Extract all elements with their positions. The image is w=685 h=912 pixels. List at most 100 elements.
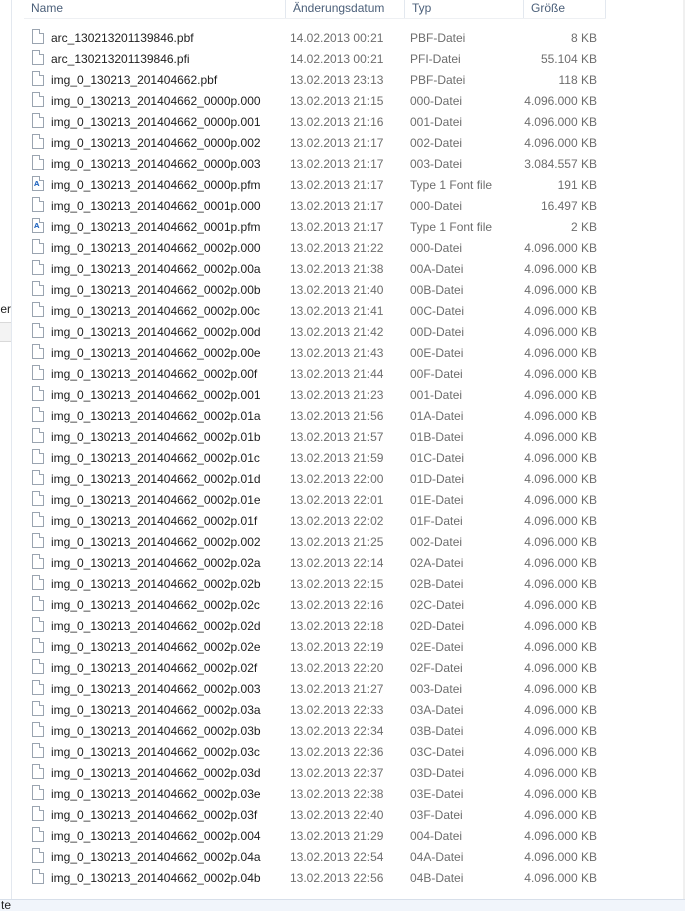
file-row[interactable]: img_0_130213_201404662_0000p.pfm 13.02.20… xyxy=(30,174,605,195)
column-header-name[interactable]: Name xyxy=(24,0,286,18)
file-size: 4.096.000 KB xyxy=(524,492,597,507)
file-size: 4.096.000 KB xyxy=(524,618,597,633)
column-header-type[interactable]: Typ xyxy=(405,0,524,18)
file-row[interactable]: img_0_130213_201404662_0002p.03b 13.02.20… xyxy=(30,720,605,741)
file-row[interactable]: img_0_130213_201404662_0002p.04a 13.02.20… xyxy=(30,846,605,867)
file-row[interactable]: img_0_130213_201404662_0002p.000 13.02.20… xyxy=(30,237,605,258)
file-type: 03C-Datei xyxy=(410,744,465,759)
file-row[interactable]: img_0_130213_201404662.pbf 13.02.2013 23:… xyxy=(30,69,605,90)
file-modified: 13.02.2013 21:42 xyxy=(290,324,384,339)
document-icon xyxy=(32,848,44,863)
document-icon xyxy=(32,449,44,464)
file-name: img_0_130213_201404662_0002p.00d xyxy=(51,324,261,339)
file-row[interactable]: img_0_130213_201404662_0002p.02b 13.02.20… xyxy=(30,573,605,594)
file-row[interactable]: img_0_130213_201404662_0002p.00a 13.02.20… xyxy=(30,258,605,279)
file-row[interactable]: img_0_130213_201404662_0002p.00b 13.02.20… xyxy=(30,279,605,300)
file-modified: 13.02.2013 21:16 xyxy=(290,114,384,129)
file-modified: 13.02.2013 21:22 xyxy=(290,240,384,255)
file-size: 4.096.000 KB xyxy=(524,324,597,339)
column-header-size[interactable]: Größe xyxy=(524,0,606,18)
file-type: 003-Datei xyxy=(410,681,463,696)
file-name: img_0_130213_201404662_0002p.04b xyxy=(51,870,261,885)
file-row[interactable]: img_0_130213_201404662_0002p.00f 13.02.20… xyxy=(30,363,605,384)
file-row[interactable]: img_0_130213_201404662_0002p.004 13.02.20… xyxy=(30,825,605,846)
column-header-row: Name Änderungsdatum Typ Größe xyxy=(24,0,606,19)
file-type: 01A-Datei xyxy=(410,408,464,423)
file-row[interactable]: img_0_130213_201404662_0002p.00d 13.02.20… xyxy=(30,321,605,342)
file-row[interactable]: img_0_130213_201404662_0002p.02f 13.02.20… xyxy=(30,657,605,678)
file-modified: 13.02.2013 22:54 xyxy=(290,849,384,864)
file-name: img_0_130213_201404662_0002p.004 xyxy=(51,828,261,843)
file-size: 4.096.000 KB xyxy=(524,114,597,129)
file-size: 4.096.000 KB xyxy=(524,702,597,717)
file-name: img_0_130213_201404662_0002p.00c xyxy=(51,303,260,318)
file-row[interactable]: img_0_130213_201404662_0000p.001 13.02.20… xyxy=(30,111,605,132)
file-type: PBF-Datei xyxy=(410,72,466,87)
file-row[interactable]: img_0_130213_201404662_0000p.003 13.02.20… xyxy=(30,153,605,174)
file-row[interactable]: img_0_130213_201404662_0000p.002 13.02.20… xyxy=(30,132,605,153)
document-icon xyxy=(32,491,44,506)
file-row[interactable]: img_0_130213_201404662_0002p.01a 13.02.20… xyxy=(30,405,605,426)
file-type: 00E-Datei xyxy=(410,345,464,360)
file-name: img_0_130213_201404662.pbf xyxy=(51,72,218,87)
file-size: 4.096.000 KB xyxy=(524,408,597,423)
file-row[interactable]: img_0_130213_201404662_0002p.03d 13.02.20… xyxy=(30,762,605,783)
file-row[interactable]: img_0_130213_201404662_0002p.01f 13.02.20… xyxy=(30,510,605,531)
file-modified: 13.02.2013 21:41 xyxy=(290,303,384,318)
file-row[interactable]: img_0_130213_201404662_0002p.001 13.02.20… xyxy=(30,384,605,405)
file-type: 03F-Datei xyxy=(410,807,463,822)
file-modified: 13.02.2013 21:27 xyxy=(290,681,384,696)
file-row[interactable]: img_0_130213_201404662_0002p.02e 13.02.20… xyxy=(30,636,605,657)
file-name: img_0_130213_201404662_0002p.00b xyxy=(51,282,261,297)
file-size: 4.096.000 KB xyxy=(524,765,597,780)
file-row[interactable]: img_0_130213_201404662_0002p.01c 13.02.20… xyxy=(30,447,605,468)
file-size: 118 KB xyxy=(558,72,597,87)
file-row[interactable]: img_0_130213_201404662_0002p.002 13.02.20… xyxy=(30,531,605,552)
file-row[interactable]: img_0_130213_201404662_0002p.00c 13.02.20… xyxy=(30,300,605,321)
file-name: img_0_130213_201404662_0002p.000 xyxy=(51,240,261,255)
file-row[interactable]: img_0_130213_201404662_0001p.000 13.02.20… xyxy=(30,195,605,216)
file-row[interactable]: img_0_130213_201404662_0002p.04b 13.02.20… xyxy=(30,867,605,888)
file-row[interactable]: img_0_130213_201404662_0002p.01e 13.02.20… xyxy=(30,489,605,510)
file-modified: 13.02.2013 21:17 xyxy=(290,177,384,192)
file-name: img_0_130213_201404662_0002p.01b xyxy=(51,429,261,444)
file-modified: 13.02.2013 23:13 xyxy=(290,72,384,87)
navigation-item-label[interactable]: er xyxy=(0,302,11,316)
file-modified: 14.02.2013 00:21 xyxy=(290,51,384,66)
file-row[interactable]: img_0_130213_201404662_0002p.01b 13.02.20… xyxy=(30,426,605,447)
file-type: 04B-Datei xyxy=(410,870,464,885)
file-name: img_0_130213_201404662_0002p.001 xyxy=(51,387,261,402)
document-icon xyxy=(32,785,44,800)
file-modified: 13.02.2013 21:44 xyxy=(290,366,384,381)
file-row[interactable]: img_0_130213_201404662_0002p.01d 13.02.20… xyxy=(30,468,605,489)
file-type: 04A-Datei xyxy=(410,849,464,864)
file-row[interactable]: arc_130213201139846.pfi 14.02.2013 00:21 P… xyxy=(30,48,605,69)
file-type: 000-Datei xyxy=(410,198,463,213)
document-icon xyxy=(32,302,44,317)
document-icon xyxy=(32,365,44,380)
file-name: img_0_130213_201404662_0002p.02b xyxy=(51,576,261,591)
file-row[interactable]: img_0_130213_201404662_0001p.pfm 13.02.20… xyxy=(30,216,605,237)
font-file-icon xyxy=(32,176,44,191)
file-modified: 13.02.2013 22:56 xyxy=(290,870,384,885)
file-row[interactable]: img_0_130213_201404662_0002p.03e 13.02.20… xyxy=(30,783,605,804)
file-row[interactable]: img_0_130213_201404662_0002p.03f 13.02.20… xyxy=(30,804,605,825)
navigation-item-selected[interactable] xyxy=(0,322,11,342)
file-row[interactable]: img_0_130213_201404662_0002p.00e 13.02.20… xyxy=(30,342,605,363)
file-row[interactable]: img_0_130213_201404662_0000p.000 13.02.20… xyxy=(30,90,605,111)
file-row[interactable]: img_0_130213_201404662_0002p.02c 13.02.20… xyxy=(30,594,605,615)
file-row[interactable]: arc_130213201139846.pbf 14.02.2013 00:21 P… xyxy=(30,27,605,48)
file-type: 00D-Datei xyxy=(410,324,465,339)
document-icon xyxy=(32,428,44,443)
column-header-modified[interactable]: Änderungsdatum xyxy=(286,0,405,18)
file-modified: 13.02.2013 21:17 xyxy=(290,198,384,213)
document-icon xyxy=(32,407,44,422)
file-name: img_0_130213_201404662_0002p.00a xyxy=(51,261,261,276)
file-row[interactable]: img_0_130213_201404662_0002p.03a 13.02.20… xyxy=(30,699,605,720)
file-name: arc_130213201139846.pfi xyxy=(51,51,190,66)
file-row[interactable]: img_0_130213_201404662_0002p.003 13.02.20… xyxy=(30,678,605,699)
document-icon xyxy=(32,722,44,737)
file-row[interactable]: img_0_130213_201404662_0002p.03c 13.02.20… xyxy=(30,741,605,762)
file-row[interactable]: img_0_130213_201404662_0002p.02a 13.02.20… xyxy=(30,552,605,573)
file-row[interactable]: img_0_130213_201404662_0002p.02d 13.02.20… xyxy=(30,615,605,636)
